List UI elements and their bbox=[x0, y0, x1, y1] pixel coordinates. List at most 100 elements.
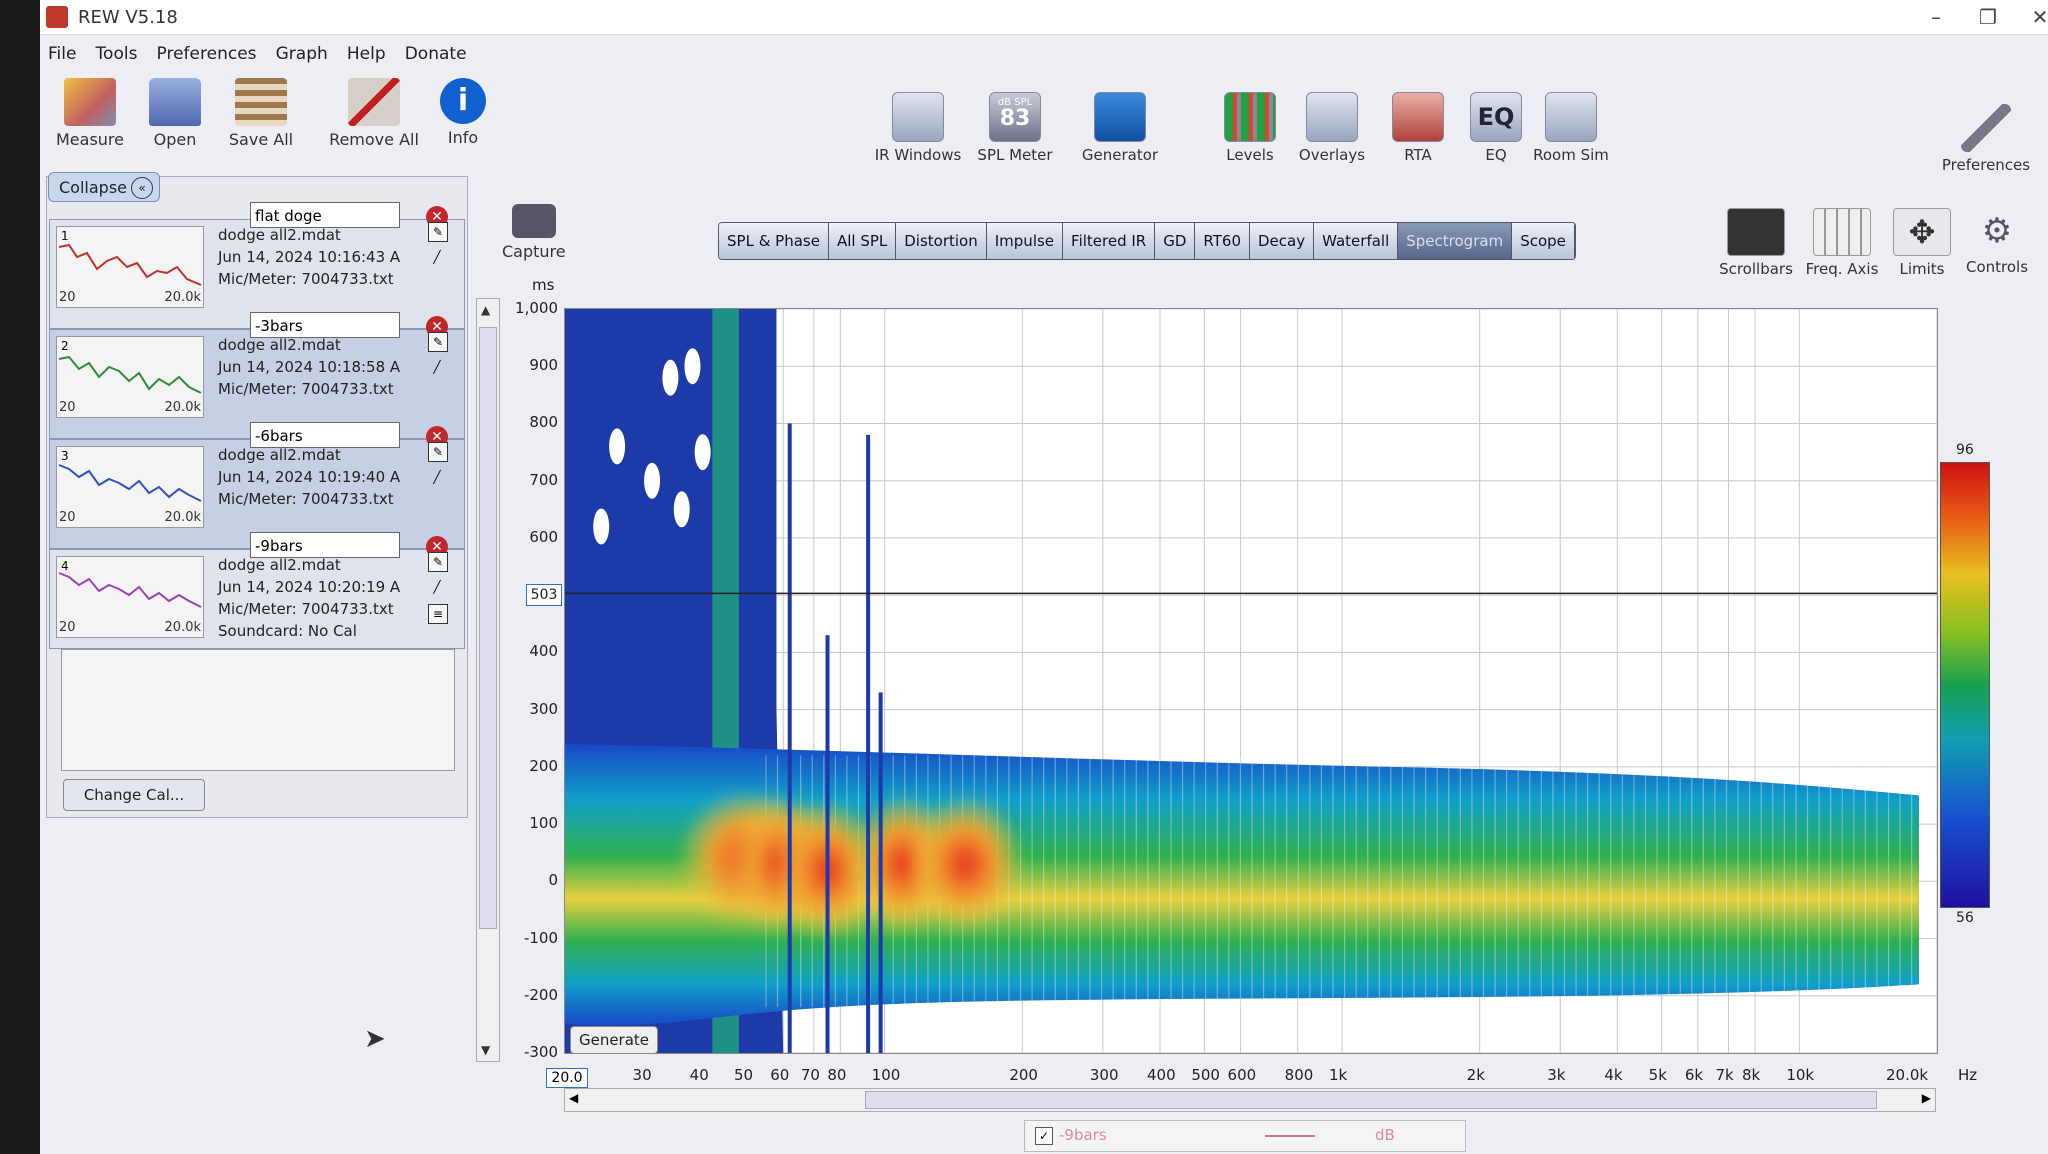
save-all-button[interactable]: Save All bbox=[220, 78, 302, 149]
measurement-date: Jun 14, 2024 10:16:43 A bbox=[218, 248, 401, 266]
ir-windows-button[interactable]: IR Windows bbox=[868, 92, 968, 164]
remove-icon bbox=[348, 78, 400, 126]
rta-button[interactable]: RTA bbox=[1378, 92, 1458, 164]
tab-filtered-ir[interactable]: Filtered IR bbox=[1063, 223, 1156, 259]
tab-rt60[interactable]: RT60 bbox=[1195, 223, 1250, 259]
tab-all-spl[interactable]: All SPL bbox=[828, 223, 897, 259]
save-all-label: Save All bbox=[228, 130, 294, 149]
close-button[interactable]: ✕ bbox=[2020, 4, 2048, 30]
y-unit-label: ms bbox=[532, 276, 555, 294]
x-tick-label: 40 bbox=[689, 1066, 709, 1084]
spectrogram-plot[interactable] bbox=[564, 308, 1938, 1054]
room-sim-button[interactable]: Room Sim bbox=[1528, 92, 1614, 164]
tab-impulse[interactable]: Impulse bbox=[986, 223, 1064, 259]
measurement-mic: Mic/Meter: 7004733.txt bbox=[218, 490, 394, 508]
overlays-label: Overlays bbox=[1298, 146, 1366, 164]
edit-icon[interactable]: ✎ bbox=[428, 332, 448, 352]
limits-button[interactable]: ✥ Limits bbox=[1886, 208, 1958, 278]
edit-icon[interactable]: ✎ bbox=[428, 552, 448, 572]
scroll-up-icon[interactable]: ▲ bbox=[481, 303, 490, 317]
scrollbar-thumb[interactable] bbox=[479, 327, 497, 929]
measurement-file: dodge all2.mdat bbox=[218, 556, 341, 574]
scroll-left-icon[interactable]: ◀ bbox=[569, 1091, 578, 1105]
hscrollbar-thumb[interactable] bbox=[865, 1091, 1877, 1109]
collapse-label: Collapse bbox=[59, 178, 127, 197]
generator-button[interactable]: Generator bbox=[1070, 92, 1170, 164]
freq-axis-button[interactable]: Freq. Axis bbox=[1804, 208, 1880, 278]
minimize-button[interactable]: – bbox=[1916, 4, 1956, 30]
pen-icon[interactable]: ╱ bbox=[428, 578, 446, 596]
thumb-number: 3 bbox=[61, 449, 69, 463]
tab-scope[interactable]: Scope bbox=[1512, 223, 1575, 259]
y-tick-label: 800 bbox=[529, 413, 558, 432]
x-tick-label: 400 bbox=[1147, 1066, 1176, 1084]
color-scale-min: 56 bbox=[1956, 910, 1974, 926]
notes-area[interactable] bbox=[61, 649, 455, 771]
info-button[interactable]: i Info bbox=[432, 78, 494, 147]
thumb-xmin: 20 bbox=[59, 290, 76, 305]
measurement-date: Jun 14, 2024 10:20:19 A bbox=[218, 578, 401, 596]
tab-decay[interactable]: Decay bbox=[1250, 223, 1315, 259]
menu-help[interactable]: Help bbox=[347, 40, 386, 68]
edit-icon[interactable]: ✎ bbox=[428, 442, 448, 462]
x-tick-label: 60 bbox=[770, 1066, 790, 1084]
spl-meter-button[interactable]: dB SPL 83 SPL Meter bbox=[970, 92, 1060, 164]
eq-button[interactable]: EQ EQ bbox=[1456, 92, 1536, 164]
overlays-button[interactable]: Overlays bbox=[1292, 92, 1372, 164]
room-sim-icon bbox=[1545, 92, 1597, 142]
collapse-button[interactable]: Collapse « bbox=[48, 172, 160, 202]
notes-icon[interactable]: ≡ bbox=[428, 604, 448, 624]
x-tick-label: 8k bbox=[1742, 1066, 1761, 1084]
measurement-thumbnail: 20 20.0k 2 bbox=[56, 336, 204, 418]
levels-button[interactable]: Levels bbox=[1210, 92, 1290, 164]
tab-spl-phase[interactable]: SPL & Phase bbox=[719, 223, 829, 259]
x-tick-label: 100 bbox=[871, 1066, 901, 1084]
menu-tools[interactable]: Tools bbox=[96, 40, 138, 68]
spectrogram-svg bbox=[565, 309, 1937, 1053]
thumb-number: 2 bbox=[61, 339, 69, 353]
legend-checkbox[interactable]: ✓ bbox=[1035, 1127, 1053, 1145]
vertical-scrollbar[interactable]: ▲ ▼ bbox=[476, 298, 500, 1062]
measure-button[interactable]: Measure bbox=[50, 78, 130, 149]
app-icon bbox=[46, 6, 68, 28]
preferences-label: Preferences bbox=[1941, 156, 2031, 174]
controls-button[interactable]: ⚙ Controls bbox=[1960, 208, 2034, 276]
tab-waterfall[interactable]: Waterfall bbox=[1314, 223, 1399, 259]
generate-button[interactable]: Generate bbox=[570, 1026, 658, 1054]
color-scale-max: 96 bbox=[1956, 442, 1974, 458]
tab-gd[interactable]: GD bbox=[1155, 223, 1196, 259]
measure-label: Measure bbox=[56, 130, 124, 149]
remove-all-button[interactable]: Remove All bbox=[324, 78, 424, 149]
x-tick-label: 80 bbox=[827, 1066, 847, 1084]
window-title: REW V5.18 bbox=[78, 7, 178, 28]
open-button[interactable]: Open bbox=[140, 78, 210, 149]
thumb-xmax: 20.0k bbox=[164, 510, 201, 525]
y-tick-label: -200 bbox=[523, 985, 558, 1004]
tab-spectrogram[interactable]: Spectrogram bbox=[1398, 223, 1513, 259]
info-label: Info bbox=[447, 128, 479, 147]
preferences-button[interactable]: Preferences bbox=[1936, 104, 2036, 174]
change-cal-button[interactable]: Change Cal... bbox=[63, 779, 205, 811]
edit-icon[interactable]: ✎ bbox=[428, 222, 448, 242]
scroll-down-icon[interactable]: ▼ bbox=[481, 1043, 490, 1057]
restore-button[interactable]: ❐ bbox=[1968, 4, 2008, 30]
menu-file[interactable]: File bbox=[48, 40, 76, 68]
menu-preferences[interactable]: Preferences bbox=[157, 40, 257, 68]
menu-donate[interactable]: Donate bbox=[405, 40, 467, 68]
y-tick-label: 100 bbox=[529, 814, 558, 833]
scroll-right-icon[interactable]: ▶ bbox=[1922, 1091, 1931, 1105]
capture-button[interactable]: Capture bbox=[502, 204, 566, 261]
menu-graph[interactable]: Graph bbox=[276, 40, 328, 68]
tab-distortion[interactable]: Distortion bbox=[896, 223, 987, 259]
legend-bar: ✓ -9bars dB bbox=[1024, 1120, 1466, 1152]
pen-icon[interactable]: ╱ bbox=[428, 468, 446, 486]
x-tick-label: 7k bbox=[1715, 1066, 1734, 1084]
horizontal-scrollbar[interactable]: ◀ ▶ bbox=[564, 1088, 1936, 1112]
measurement-info: dodge all2.mdat Jun 14, 2024 10:20:19 A … bbox=[218, 554, 400, 642]
measurement-item[interactable]: 20 20.0k 4 -9bars ✕ dodge all2.mdat Jun … bbox=[49, 532, 465, 649]
pen-icon[interactable]: ╱ bbox=[428, 358, 446, 376]
scrollbars-button[interactable]: Scrollbars bbox=[1716, 208, 1796, 278]
pen-icon[interactable]: ╱ bbox=[428, 248, 446, 266]
controls-label: Controls bbox=[1965, 258, 2029, 276]
x-cursor-readout: 20.0 bbox=[546, 1068, 588, 1088]
